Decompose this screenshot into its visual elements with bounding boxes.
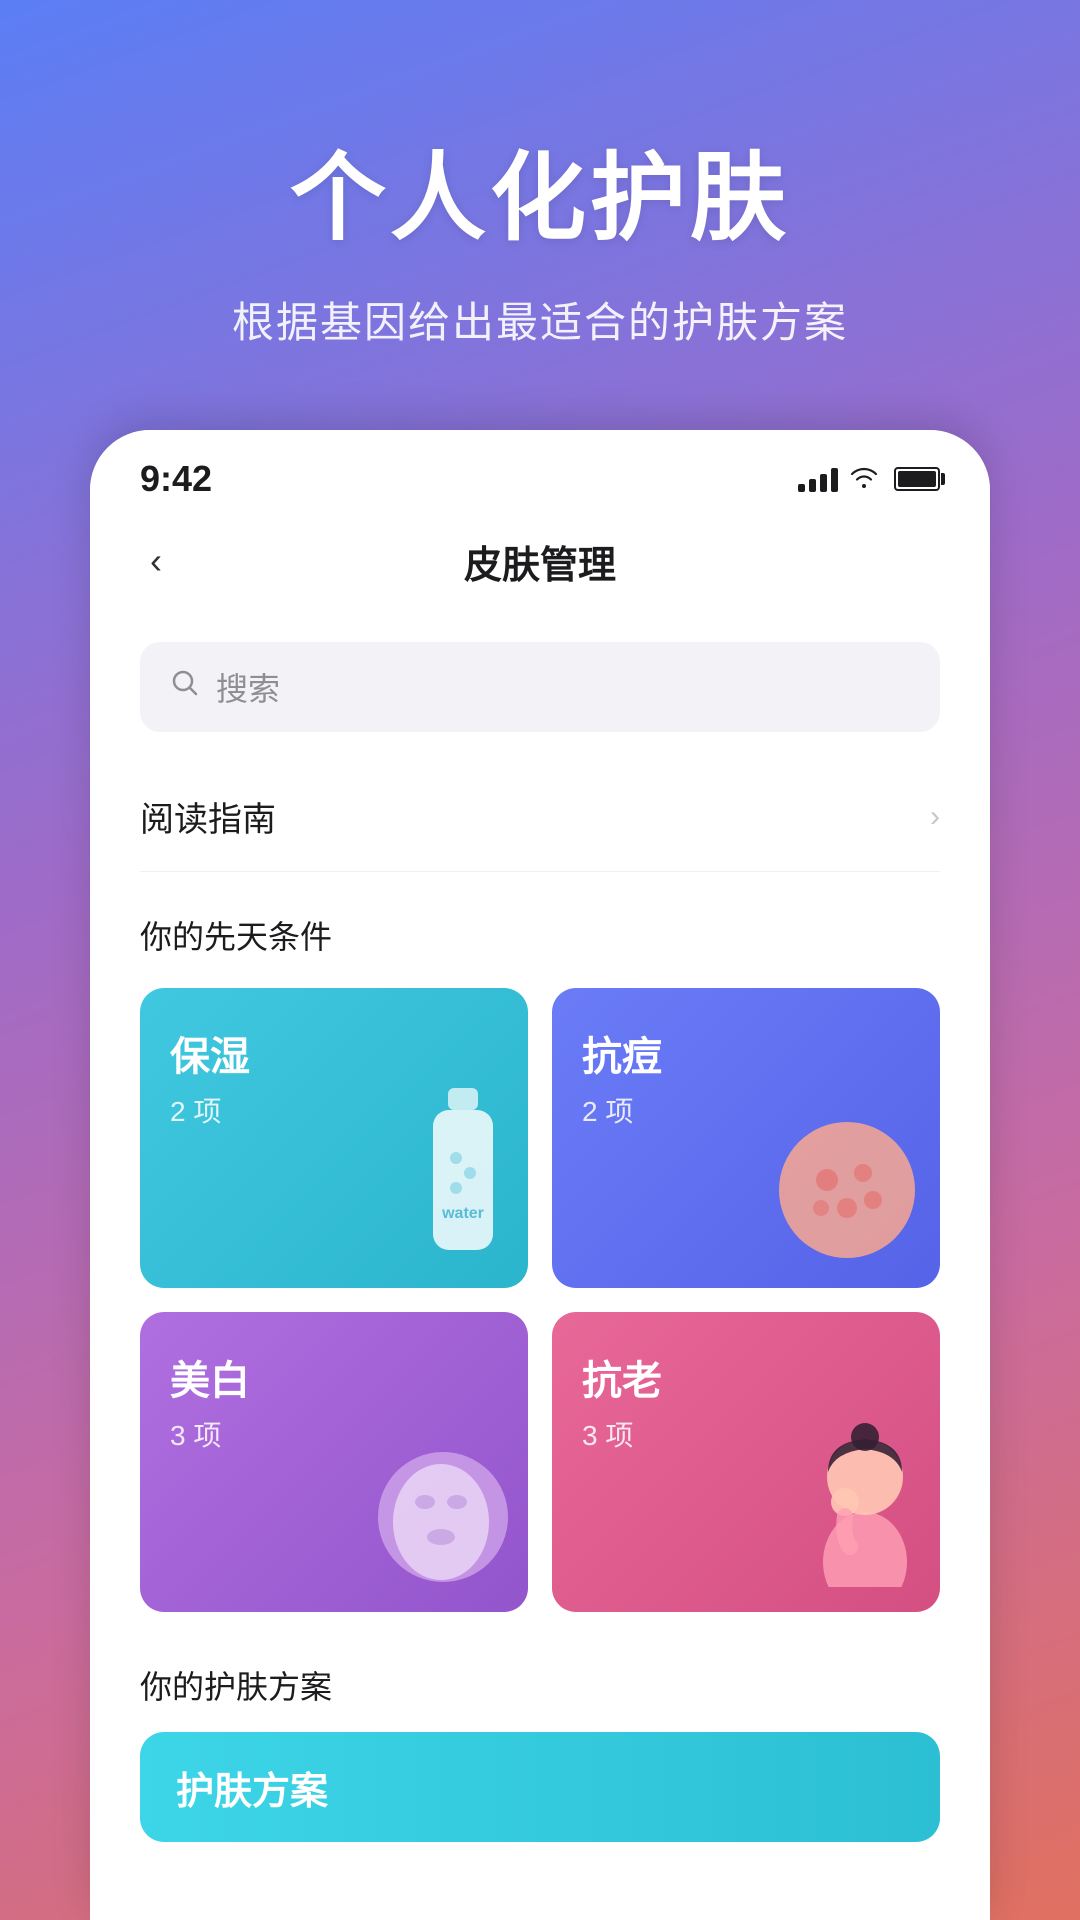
face-mask-illustration [353, 1422, 508, 1592]
hero-subtitle: 根据基因给出最适合的护肤方案 [60, 289, 1020, 350]
guide-label: 阅读指南 [140, 792, 276, 841]
card-acne-count: 2 项 [582, 1096, 633, 1127]
card-whitening-title: 美白 [170, 1348, 498, 1406]
card-moisturize-count: 2 项 [170, 1096, 221, 1127]
innate-section-title: 你的先天条件 [140, 912, 940, 958]
person-illustration [790, 1387, 920, 1592]
plan-card-title: 护肤方案 [176, 1760, 328, 1815]
wifi-icon [850, 463, 878, 495]
card-acne-title: 抗痘 [582, 1024, 910, 1082]
hero-title: 个人化护肤 [60, 120, 1020, 259]
back-button[interactable]: ‹ [140, 530, 172, 592]
status-time: 9:42 [140, 458, 212, 500]
hero-section: 个人化护肤 根据基因给出最适合的护肤方案 [0, 0, 1080, 430]
card-moisturize-title: 保湿 [170, 1024, 498, 1082]
battery-fill [898, 471, 936, 487]
signal-bar-1 [798, 484, 805, 492]
card-acne[interactable]: 抗痘 2 项 [552, 988, 940, 1288]
search-placeholder: 搜索 [216, 664, 280, 710]
battery-icon [894, 467, 940, 491]
acne-face-illustration [775, 1118, 920, 1268]
chevron-right-icon: › [930, 800, 940, 834]
status-icons [798, 463, 940, 495]
reading-guide-row[interactable]: 阅读指南 › [140, 772, 940, 872]
plan-card[interactable]: 护肤方案 [140, 1732, 940, 1842]
cards-grid: 保湿 2 项 water [140, 988, 940, 1612]
phone-mockup: 9:42 ‹ 皮肤管理 [90, 430, 990, 1920]
status-bar: 9:42 [90, 430, 990, 510]
content-area: 搜索 阅读指南 › 你的先天条件 保湿 2 项 [90, 612, 990, 1920]
card-antiaging[interactable]: 抗老 3 项 [552, 1312, 940, 1612]
water-bottle-illustration: water [418, 1088, 508, 1268]
nav-title: 皮肤管理 [464, 534, 616, 589]
signal-icon [798, 466, 838, 492]
plan-section-title: 你的护肤方案 [140, 1662, 940, 1708]
nav-bar: ‹ 皮肤管理 [90, 510, 990, 612]
svg-text:water: water [441, 1205, 484, 1222]
card-whitening-count: 3 项 [170, 1420, 221, 1451]
signal-bar-2 [809, 479, 816, 492]
card-moisturize[interactable]: 保湿 2 项 water [140, 988, 528, 1288]
card-antiaging-count: 3 项 [582, 1420, 633, 1451]
card-whitening[interactable]: 美白 3 项 [140, 1312, 528, 1612]
signal-bar-3 [820, 474, 827, 492]
search-icon [170, 668, 200, 706]
signal-bar-4 [831, 468, 838, 492]
search-bar[interactable]: 搜索 [140, 642, 940, 732]
